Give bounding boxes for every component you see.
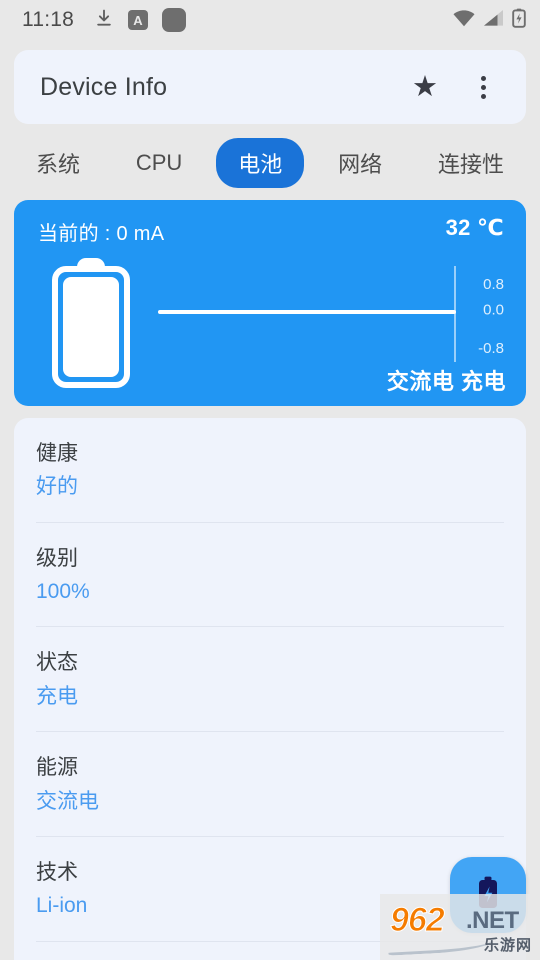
battery-temperature-value: 32 ℃ — [445, 215, 504, 240]
list-item-value: 100% — [36, 580, 90, 604]
rounded-square-icon — [162, 8, 186, 32]
app-root: 11:18 A Device Info ★ 系统 CPU 电池 网络 连接性 当… — [0, 0, 540, 960]
list-item-label: 能源 — [36, 756, 78, 780]
tab-cpu[interactable]: CPU — [114, 141, 204, 185]
status-bar: 11:18 A — [0, 0, 540, 40]
chart-y-axis — [454, 266, 456, 362]
tab-connectivity[interactable]: 连接性 — [416, 138, 526, 188]
battery-full-icon — [52, 258, 130, 388]
battery-icon-fill — [63, 277, 119, 377]
list-item-label: 状态 — [36, 651, 78, 675]
list-item[interactable]: 健康 好的 — [36, 418, 504, 522]
status-bar-system-icons — [452, 8, 526, 33]
battery-charging-icon — [475, 875, 501, 916]
list-item-value: 充电 — [36, 684, 78, 708]
list-item-label: 级别 — [36, 546, 78, 570]
list-item[interactable]: 能源 交流电 — [36, 731, 504, 836]
status-bar-clock: 11:18 — [22, 8, 74, 31]
current-chart: 0.8 0.0 -0.8 — [150, 262, 512, 362]
chart-ytick-high: 0.8 — [483, 276, 504, 294]
charge-source-label: 交流电 充电 — [386, 369, 506, 394]
tab-bar: 系统 CPU 电池 网络 连接性 — [0, 132, 540, 194]
battery-charging-icon — [512, 8, 526, 33]
wifi-icon — [452, 9, 476, 32]
list-item[interactable]: 级别 100% — [36, 521, 504, 627]
tab-battery[interactable]: 电池 — [216, 138, 305, 188]
list-item[interactable]: 温度 32 ℃ — [36, 940, 504, 960]
list-item-label: 健康 — [36, 442, 78, 465]
list-item-value: Li-ion — [36, 894, 88, 918]
list-item[interactable]: 状态 充电 — [36, 626, 504, 731]
chart-ytick-mid: 0.0 — [483, 301, 504, 319]
current-draw-label: 当前的 : 0 mA — [38, 223, 165, 245]
translate-a-icon: A — [128, 10, 148, 30]
list-item-value: 好的 — [36, 475, 78, 499]
battery-icon-body — [52, 266, 130, 388]
chart-series-line — [158, 310, 456, 314]
battery-summary-card: 当前的 : 0 mA 32 ℃ 0.8 0.0 -0.8 交流电 充电 — [14, 200, 526, 406]
battery-fab-button[interactable] — [450, 857, 526, 933]
chart-ytick-low: -0.8 — [478, 339, 504, 357]
app-bar: Device Info ★ — [14, 50, 526, 124]
app-bar-actions: ★ — [402, 64, 506, 110]
list-item-label: 技术 — [36, 860, 78, 884]
tab-network[interactable]: 网络 — [316, 138, 404, 188]
list-item[interactable]: 技术 Li-ion — [36, 835, 504, 941]
cellular-signal-icon — [483, 9, 505, 32]
star-icon: ★ — [412, 70, 438, 103]
download-icon — [94, 8, 114, 33]
status-bar-notification-icons: A — [94, 8, 186, 33]
page-title: Device Info — [40, 72, 168, 101]
list-item-value: 交流电 — [36, 789, 99, 813]
favorite-button[interactable]: ★ — [402, 64, 448, 110]
more-vert-icon — [480, 75, 486, 99]
overflow-menu-button[interactable] — [460, 64, 506, 110]
tab-system[interactable]: 系统 — [14, 138, 102, 188]
